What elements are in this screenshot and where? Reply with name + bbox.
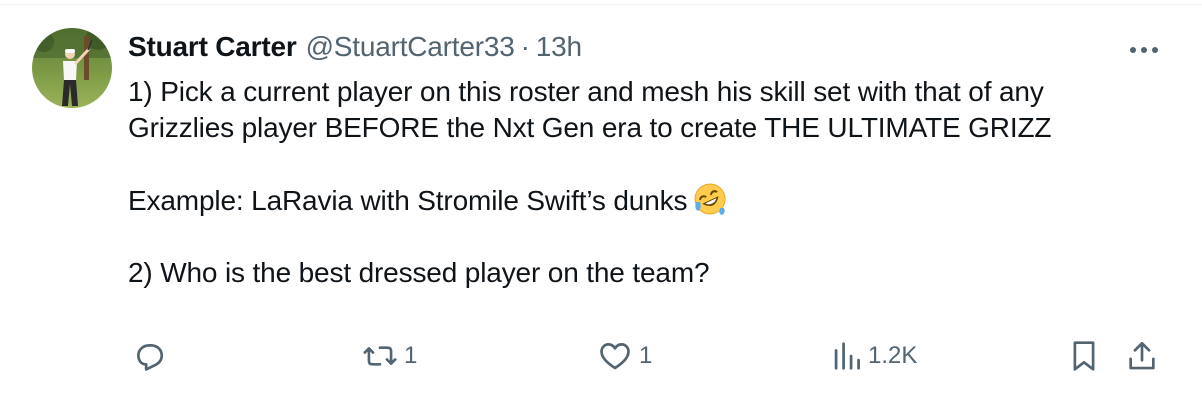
tweet-line-3-wrap: Example: LaRavia with Stromile Swift’s d… — [128, 182, 1178, 219]
like-count: 1 — [639, 342, 653, 369]
more-options-button[interactable] — [1124, 34, 1164, 66]
tweet-text: 1) Pick a current player on this roster … — [128, 74, 1178, 291]
more-horizontal-icon — [1130, 47, 1158, 53]
views-button[interactable]: 1.2K — [832, 338, 917, 374]
retweet-count: 1 — [404, 342, 418, 369]
views-count: 1.2K — [868, 342, 918, 369]
retweet-button[interactable]: 1 — [362, 338, 417, 374]
heart-icon — [600, 343, 630, 370]
bookmark-icon — [1073, 341, 1095, 371]
header-separator: · — [520, 31, 530, 62]
tweet-line-2: Grizzlies player BEFORE the Nxt Gen era … — [128, 112, 1052, 143]
retweet-icon — [363, 346, 397, 366]
views-chart-icon — [834, 342, 860, 370]
golfer-avatar-image — [32, 28, 112, 108]
top-divider — [0, 0, 1202, 5]
rolling-laughing-emoji-icon — [693, 182, 727, 216]
author-handle[interactable]: @StuartCarter33 — [306, 31, 515, 63]
author-avatar[interactable] — [32, 28, 112, 108]
share-button[interactable] — [1125, 338, 1159, 374]
reply-button[interactable] — [132, 338, 172, 374]
tweet-header: Stuart Carter @StuartCarter33 · 13h — [128, 30, 582, 64]
author-name[interactable]: Stuart Carter — [128, 31, 297, 63]
tweet-line-4: 2) Who is the best dressed player on the… — [128, 257, 710, 288]
tweet-line-3: Example: LaRavia with Stromile Swift’s d… — [128, 185, 688, 216]
bookmark-button[interactable] — [1070, 338, 1098, 374]
reply-icon — [137, 344, 164, 371]
tweet-line-1: 1) Pick a current player on this roster … — [128, 76, 1044, 107]
share-icon — [1129, 341, 1155, 370]
like-button[interactable]: 1 — [597, 338, 652, 374]
tweet-timestamp[interactable]: 13h — [536, 31, 582, 63]
